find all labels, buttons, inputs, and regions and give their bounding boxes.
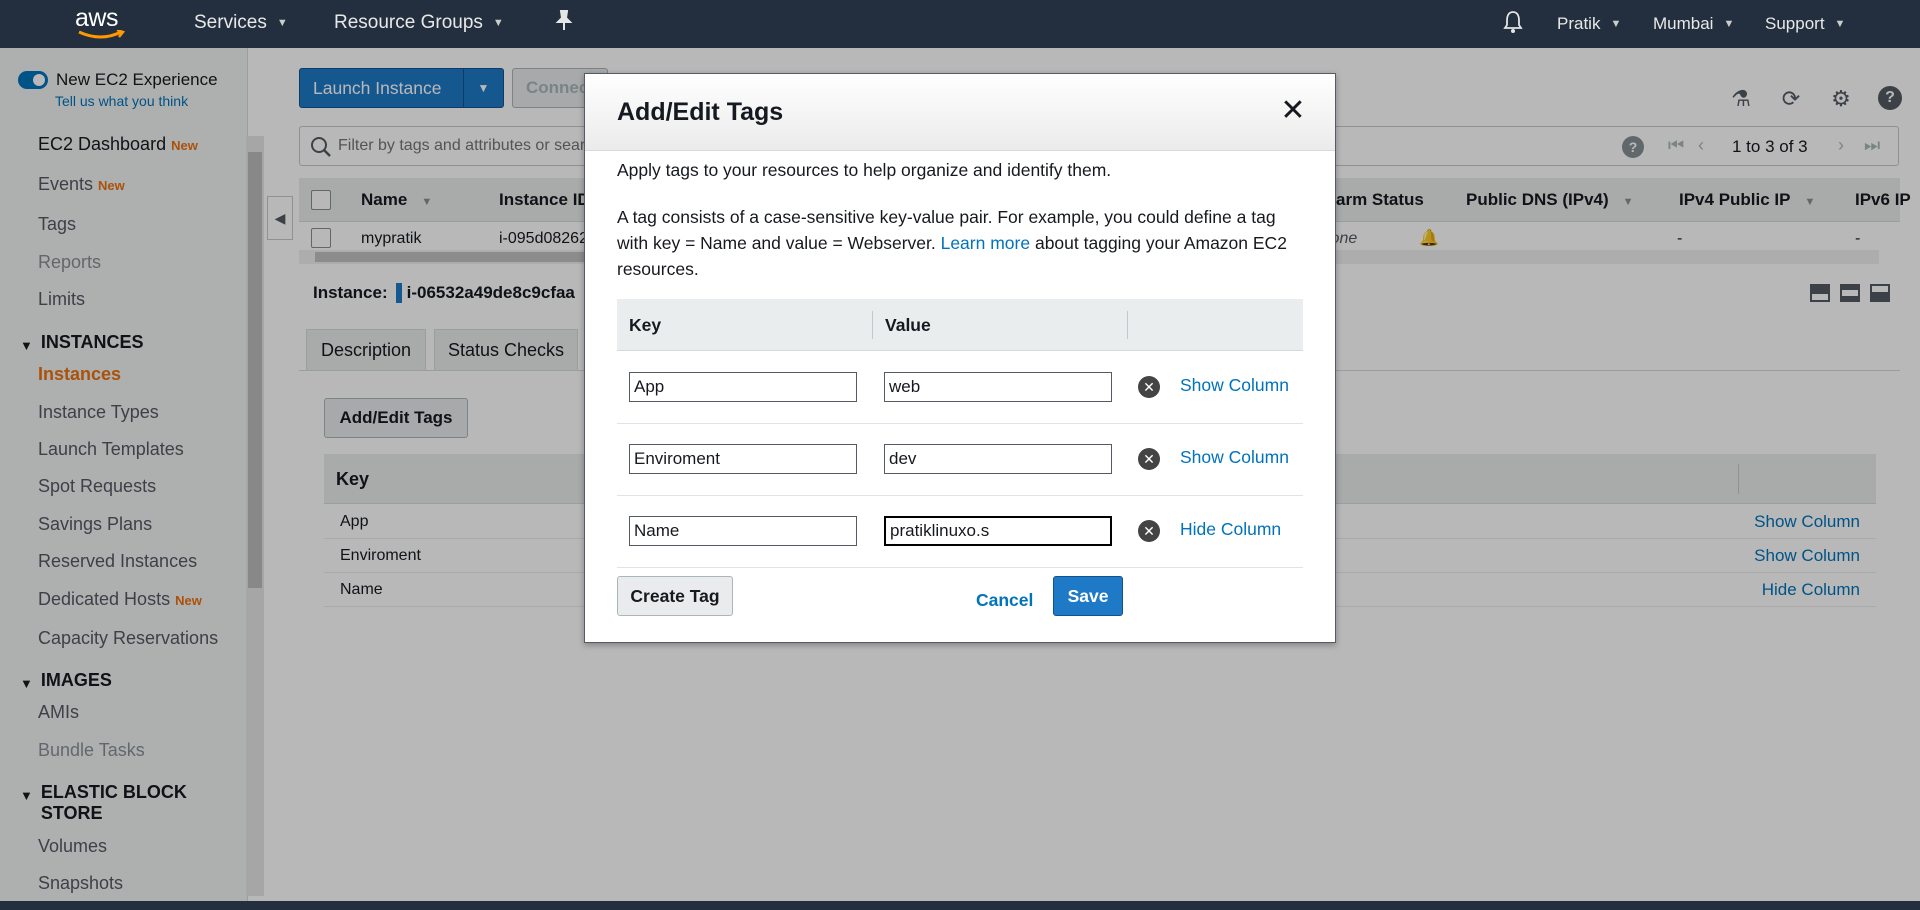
create-tag-button[interactable]: Create Tag (617, 576, 733, 616)
support-label: Support (1765, 14, 1825, 33)
resource-groups-menu[interactable]: Resource Groups ▼ (334, 12, 504, 34)
column-divider (872, 311, 873, 339)
hide-column-link[interactable]: Hide Column (1180, 519, 1281, 540)
key-column-header: Key (629, 315, 662, 335)
value-column-header: Value (885, 315, 931, 335)
tag-row: ✕ Show Column (617, 352, 1303, 424)
tag-row: ✕ Show Column (617, 424, 1303, 496)
bottom-bar (0, 901, 1920, 910)
chevron-down-icon: ▼ (1610, 18, 1622, 30)
dialog-description: A tag consists of a case-sensitive key-v… (617, 204, 1307, 282)
dialog-intro-text: Apply tags to your resources to help org… (617, 160, 1112, 180)
user-name: Pratik (1557, 14, 1601, 33)
aws-smile-icon (78, 30, 125, 39)
region-menu[interactable]: Mumbai ▼ (1653, 14, 1734, 34)
support-menu[interactable]: Support ▼ (1765, 14, 1845, 34)
tag-key-input[interactable] (629, 372, 857, 402)
chevron-down-icon: ▼ (492, 17, 504, 29)
services-label: Services (194, 12, 267, 33)
show-column-link[interactable]: Show Column (1180, 375, 1289, 396)
close-icon[interactable]: ✕ (1278, 96, 1308, 126)
aws-logo-text: aws (75, 4, 118, 32)
dialog-header: Add/Edit Tags ✕ (585, 74, 1335, 151)
remove-tag-icon[interactable]: ✕ (1138, 376, 1160, 398)
add-edit-tags-dialog: Add/Edit Tags ✕ Apply tags to your resou… (584, 73, 1336, 643)
tag-value-input[interactable] (884, 516, 1112, 546)
column-divider (1127, 311, 1128, 339)
chevron-down-icon: ▼ (1723, 18, 1735, 30)
tag-row: ✕ Hide Column (617, 496, 1303, 568)
resource-groups-label: Resource Groups (334, 12, 483, 33)
services-menu[interactable]: Services ▼ (194, 12, 288, 34)
save-button[interactable]: Save (1053, 576, 1123, 616)
region-name: Mumbai (1653, 14, 1714, 33)
top-navigation-bar: aws Services ▼ Resource Groups ▼ Pratik … (0, 0, 1920, 48)
remove-tag-icon[interactable]: ✕ (1138, 520, 1160, 542)
chevron-down-icon: ▼ (1834, 18, 1846, 30)
pin-icon[interactable] (555, 10, 573, 32)
show-column-link[interactable]: Show Column (1180, 447, 1289, 468)
cancel-button[interactable]: Cancel (976, 590, 1033, 611)
tag-value-input[interactable] (884, 372, 1112, 402)
tag-key-input[interactable] (629, 444, 857, 474)
tags-editor-header: Key Value (617, 299, 1303, 351)
bell-icon[interactable] (1503, 10, 1523, 34)
user-menu[interactable]: Pratik ▼ (1557, 14, 1621, 34)
dialog-title: Add/Edit Tags (617, 98, 784, 126)
learn-more-link[interactable]: Learn more (941, 233, 1031, 253)
remove-tag-icon[interactable]: ✕ (1138, 448, 1160, 470)
aws-logo[interactable]: aws (75, 4, 129, 42)
chevron-down-icon: ▼ (276, 17, 288, 29)
tag-value-input[interactable] (884, 444, 1112, 474)
tag-key-input[interactable] (629, 516, 857, 546)
